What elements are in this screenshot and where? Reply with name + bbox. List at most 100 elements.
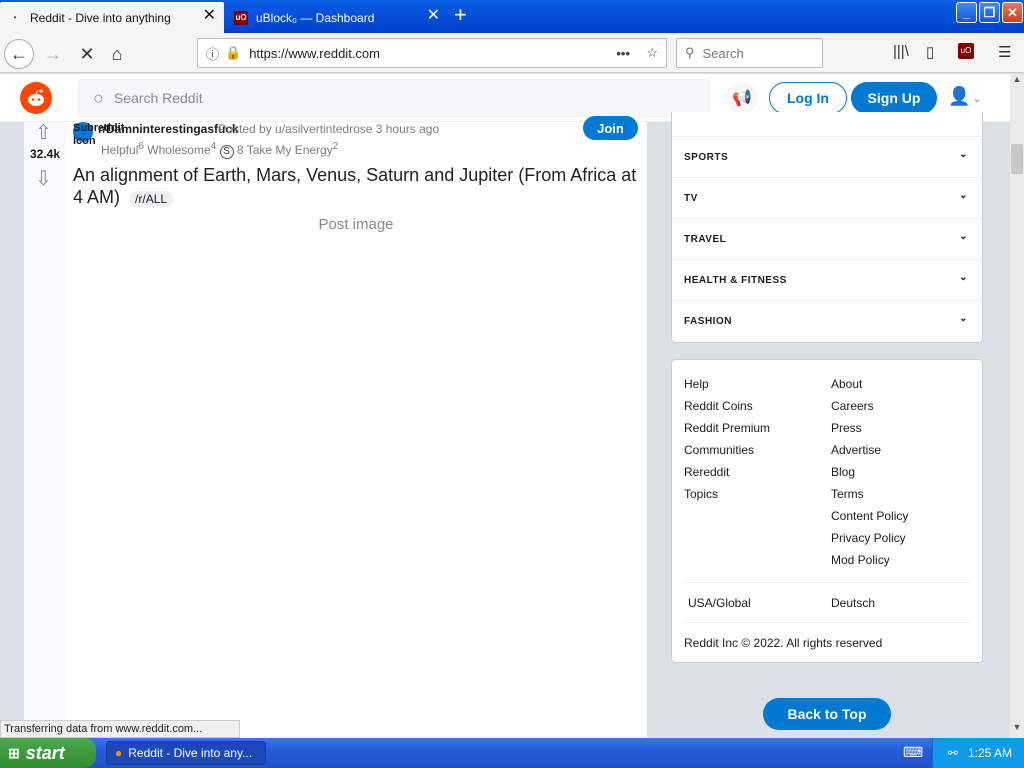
browser-search-input[interactable]: ⚲ Search [676,38,823,68]
footer-link-mod-policy[interactable]: Mod Policy [831,553,890,567]
footer-link-about[interactable]: About [831,377,862,391]
menu-icon[interactable]: ☰ [998,43,1011,61]
back-to-top-button[interactable]: Back to Top [763,698,891,730]
language-usa-global[interactable]: USA/Global [688,596,751,610]
stop-loading-icon[interactable]: ✕ [72,39,102,69]
browser-status-text: Transferring data from www.reddit.com... [0,720,240,738]
tab-close-icon[interactable]: ✕ [427,8,440,24]
user-menu-icon[interactable]: 👤 ⌄ [948,86,982,107]
minimize-button[interactable]: _ [956,2,977,23]
topic-row-fashion[interactable]: FASHION ⌄ [672,301,982,342]
post-meta: Subreddit Icon r/Damninterestingasfuck ·… [73,122,573,147]
posted-by: · Posted by u/asilvertintedrose 3 hours … [211,122,440,136]
footer-link-privacy-policy[interactable]: Privacy Policy [831,531,906,545]
language-deutsch[interactable]: Deutsch [831,596,875,610]
page-scrollbar[interactable]: ▲ ▼ [1010,74,1024,738]
topic-label: FASHION [684,316,732,327]
advertise-megaphone-icon[interactable]: 📢 [726,82,758,114]
url-text[interactable]: https://www.reddit.com [249,46,380,61]
forward-arrow-icon[interactable]: → [38,39,68,69]
back-arrow-icon[interactable]: ← [4,39,34,69]
chevron-down-icon: ⌄ [959,272,968,283]
login-button[interactable]: Log In [769,82,847,114]
windows-flag-icon: ⊞ [8,744,20,761]
topic-row-hidden [672,112,982,137]
award-count: 4 [210,141,217,152]
reddit-search-input[interactable]: ○ Search Reddit [78,79,710,117]
award-count: 2 [332,141,339,152]
footer-link-content-policy[interactable]: Content Policy [831,509,908,523]
upvote-arrow-icon[interactable]: ⇧ [35,120,52,145]
search-icon: ○ [93,87,104,108]
topic-label: TRAVEL [684,233,727,245]
lock-icon: 🔒 [225,45,242,60]
post-card[interactable]: ⇧ 32.4k ⇩ Subreddit Icon r/Damninteresti… [24,116,647,738]
footer-link-reddit-premium[interactable]: Reddit Premium [684,421,770,435]
home-icon[interactable]: ⌂ [102,39,132,69]
footer-link-reddit-coins[interactable]: Reddit Coins [684,399,753,413]
footer-link-topics[interactable]: Topics [684,487,718,501]
award-wholesome[interactable]: Wholesome [147,143,210,157]
tab-close-icon[interactable]: ✕ [203,8,216,24]
bookmark-star-icon[interactable]: ☆ [646,45,658,61]
network-icon[interactable]: ⚯ [948,746,958,760]
signup-button[interactable]: Sign Up [851,82,937,114]
footer-link-terms[interactable]: Terms [831,487,864,501]
copyright-text: Reddit Inc © 2022. All rights reserved [684,636,883,650]
search-icon: ⚲ [685,45,695,60]
footer-link-advertise[interactable]: Advertise [831,443,881,457]
loading-icon: • [13,13,17,22]
new-tab-icon[interactable]: + [454,4,467,26]
footer-link-blog[interactable]: Blog [831,465,855,479]
tab-ublock[interactable]: uO uBlock₀ — Dashboard ✕ [226,2,448,33]
footer-link-help[interactable]: Help [684,377,709,391]
footer-link-rereddit[interactable]: Rereddit [684,465,729,479]
divider [684,622,970,623]
url-bar[interactable]: ⓘ 🔒 https://www.reddit.com ••• ☆ [197,38,667,68]
windows-taskbar: ⊞ start ● Reddit - Dive into any... ⌨ ⚯ … [0,738,1024,768]
topic-label: SPORTS [684,151,729,163]
chevron-down-icon: ⌄ [959,231,968,242]
clock[interactable]: 1:25 AM [968,746,1012,760]
tab-reddit[interactable]: • Reddit - Dive into anything ✕ [0,2,224,33]
scroll-up-icon[interactable]: ▲ [1010,74,1024,88]
scrollbar-thumb[interactable] [1011,144,1023,174]
search-placeholder: Search [702,45,744,61]
award-silver-icon[interactable]: S [219,145,234,159]
info-icon[interactable]: ⓘ [206,44,219,63]
award-helpful[interactable]: Helpful [101,143,138,157]
vote-column: ⇧ 32.4k ⇩ [24,122,66,738]
footer-link-careers[interactable]: Careers [831,399,874,413]
topic-row-travel[interactable]: TRAVEL ⌄ [672,219,982,260]
scroll-down-icon[interactable]: ▼ [1010,722,1024,736]
footer-link-press[interactable]: Press [831,421,862,435]
post-flair[interactable]: /r/ALL [129,191,174,207]
topic-row-tv[interactable]: TV ⌄ [672,178,982,219]
browser-tab-strip: • Reddit - Dive into anything ✕ uO uBloc… [0,0,1024,33]
sidebar-icon[interactable]: ▯ [926,43,934,61]
tab-title: Reddit - Dive into anything [30,10,171,25]
reddit-logo-icon[interactable] [20,82,52,114]
divider [684,582,970,583]
ublock-icon[interactable]: uO [958,43,974,59]
topic-row-sports[interactable]: SPORTS ⌄ [672,137,982,178]
restore-button[interactable]: ❐ [979,2,1000,23]
keyboard-icon[interactable]: ⌨ [903,744,923,761]
footer-link-communities[interactable]: Communities [684,443,754,457]
post-title[interactable]: An alignment of Earth, Mars, Venus, Satu… [73,164,643,210]
taskbar-window-reddit[interactable]: ● Reddit - Dive into any... [106,741,266,765]
navigation-toolbar: ← → ✕ ⌂ ⓘ 🔒 https://www.reddit.com ••• ☆… [0,33,1024,73]
join-button[interactable]: Join [583,116,638,140]
post-image-placeholder[interactable]: Post image [73,216,639,233]
award-take-my-energy[interactable]: Take My Energy [247,143,333,157]
award-count: 6 [138,141,144,152]
footer-links-card: Help Reddit Coins Reddit Premium Communi… [671,359,983,663]
downvote-arrow-icon[interactable]: ⇩ [35,166,52,191]
page-actions-icon[interactable]: ••• [616,46,630,61]
topic-label: TV [684,192,698,204]
close-window-button[interactable]: ✕ [1002,2,1023,23]
start-button[interactable]: ⊞ start [0,738,96,768]
topic-row-health-fitness[interactable]: HEALTH & FITNESS ⌄ [672,260,982,301]
library-icon[interactable]: |||\ [893,43,909,60]
start-label: start [25,742,65,763]
